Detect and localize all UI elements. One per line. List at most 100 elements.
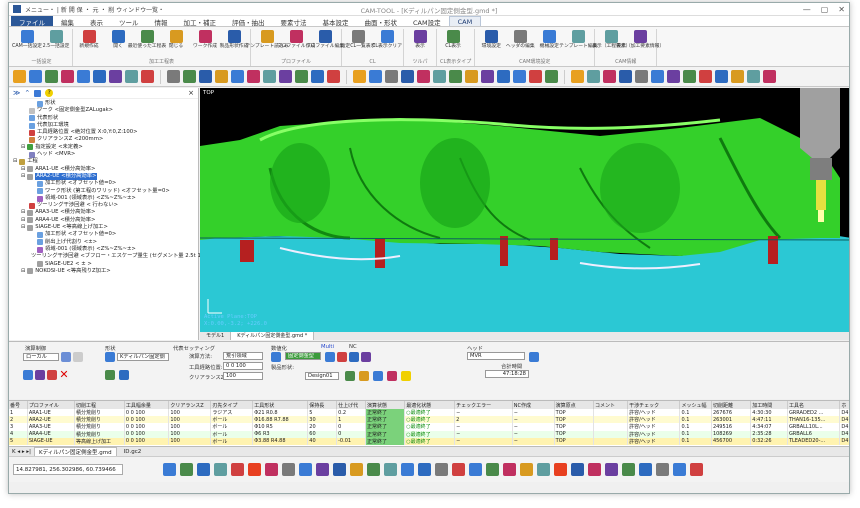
bottom-tool-icon[interactable]	[265, 463, 278, 476]
document-tab[interactable]: Kディルパン固定側金型.gmd *	[231, 332, 315, 340]
help-icon[interactable]: ?	[45, 89, 54, 97]
tree-item[interactable]: 加工形状 <オフセット値=0>	[11, 231, 196, 238]
edit-process-icon[interactable]	[47, 370, 57, 380]
bottom-tool-icon[interactable]	[367, 463, 380, 476]
tree-item[interactable]: ⊟ 工程	[11, 158, 196, 166]
table-header-cell[interactable]: メッシュ幅	[679, 401, 712, 409]
ribbon-button[interactable]: 最近使った工程表	[128, 29, 166, 56]
ribbon-button[interactable]: 新規作成	[76, 29, 102, 56]
tab-4[interactable]: 情報	[147, 16, 176, 27]
bottom-tool-icon[interactable]	[571, 463, 584, 476]
ribbon-button[interactable]: テンプレート編集	[559, 29, 597, 56]
bottom-tool-icon[interactable]	[588, 463, 601, 476]
tab-10[interactable]: CAM設定	[405, 16, 449, 27]
machine-settings-icon[interactable]	[61, 352, 71, 362]
sheet-nav[interactable]: K ◂ ▸ ▸|	[12, 449, 31, 455]
table-header-cell[interactable]: チェックエラー	[454, 401, 513, 409]
table-header-cell[interactable]: 番号	[9, 401, 28, 409]
toolbar-button-icon[interactable]	[619, 70, 632, 83]
toolbar-button-icon[interactable]	[603, 70, 616, 83]
toolbar-button-icon[interactable]	[417, 70, 430, 83]
tool-type-field[interactable]: 荒引領域	[223, 352, 263, 360]
table-header-cell[interactable]: 刃先タイプ	[210, 401, 254, 409]
bottom-tool-icon[interactable]	[180, 463, 193, 476]
bottom-tool-icon[interactable]	[316, 463, 329, 476]
table-header-cell[interactable]: プロファイル	[27, 401, 76, 409]
toolbar-button-icon[interactable]	[77, 70, 90, 83]
tab-9[interactable]: 曲面・形状	[357, 16, 406, 27]
toolbar-button-icon[interactable]	[635, 70, 648, 83]
tab-2[interactable]: 表示	[82, 16, 111, 27]
toolbar-button-icon[interactable]	[61, 70, 74, 83]
calc-icon[interactable]	[345, 371, 355, 381]
toolbar-button-icon[interactable]	[199, 70, 212, 83]
list-icon[interactable]	[73, 352, 83, 362]
toolbar-button-icon[interactable]	[167, 70, 180, 83]
tree-item[interactable]: 代表形状	[11, 115, 196, 122]
toolbar-button-icon[interactable]	[715, 70, 728, 83]
ribbon-button[interactable]: 指定CL一覧表示	[341, 29, 375, 56]
area-name-field[interactable]: 固定側金型	[285, 352, 321, 360]
bottom-tool-icon[interactable]	[418, 463, 431, 476]
toolbar-button-icon[interactable]	[667, 70, 680, 83]
tab-8[interactable]: 基本設定	[315, 16, 357, 27]
tree-item[interactable]: ワーク形状 (第工程のワリッド) <オフセット量=0>	[11, 188, 196, 195]
bottom-tool-icon[interactable]	[197, 463, 210, 476]
table-header-cell[interactable]: 加工時間	[750, 401, 788, 409]
bottom-tool-icon[interactable]	[299, 463, 312, 476]
toolbar-button-icon[interactable]	[125, 70, 138, 83]
ribbon-button[interactable]: テンプレート読込み	[245, 29, 289, 56]
table-row[interactable]: 2 ARA2-UE 積分荒削り 0 0 100 100 ボール Φ16.88 R7.88 30…	[9, 416, 849, 424]
sheet-tab[interactable]: Kディルパン固定側金型.gmd	[34, 446, 117, 457]
bottom-tool-icon[interactable]	[520, 463, 533, 476]
table-header-cell[interactable]: 仕上げ代	[336, 401, 366, 409]
table-header-cell[interactable]: コメント	[593, 401, 629, 409]
toolbar-button-icon[interactable]	[109, 70, 122, 83]
tab-7[interactable]: 要素寸法	[273, 16, 315, 27]
toolbar-button-icon[interactable]	[247, 70, 260, 83]
sheet-tab[interactable]: ID.gc2	[120, 449, 146, 455]
ribbon-button[interactable]: ヘッダの編集	[506, 29, 535, 56]
toolbar-button-icon[interactable]	[449, 70, 462, 83]
shape-icon[interactable]	[34, 89, 42, 97]
ribbon-button[interactable]: 製品形状作成	[220, 29, 248, 56]
toolbar-button-icon[interactable]	[433, 70, 446, 83]
machine-select[interactable]: ローカル	[23, 353, 59, 361]
toolbar-button-icon[interactable]	[215, 70, 228, 83]
document-tab[interactable]: モデル1	[200, 332, 232, 340]
tree-expander-icon[interactable]: ⊟	[21, 166, 25, 173]
bottom-tool-icon[interactable]	[656, 463, 669, 476]
table-header-cell[interactable]: 切削距離	[711, 401, 752, 409]
bottom-tool-icon[interactable]	[452, 463, 465, 476]
ribbon-button[interactable]: 閉じる	[163, 29, 189, 56]
bottom-tool-icon[interactable]	[384, 463, 397, 476]
bottom-tool-icon[interactable]	[486, 463, 499, 476]
bottom-tool-icon[interactable]	[282, 463, 295, 476]
toolbar-button-icon[interactable]	[183, 70, 196, 83]
bottom-tool-icon[interactable]	[554, 463, 567, 476]
bottom-tool-icon[interactable]	[537, 463, 550, 476]
tree-item[interactable]: ⊟ NOKOSI-UE <等高残りZ加工>	[11, 268, 196, 275]
table-header-cell[interactable]: 切削工程	[74, 401, 125, 409]
tree-item[interactable]: 削出上げ代割り <±>	[11, 239, 196, 246]
nc-output-icon[interactable]	[361, 352, 371, 362]
table-row[interactable]: 3 ARA3-UE 積分荒削り 0 0 100 100 ボール Φ10 R5 20 0 正常終了 ○…	[9, 423, 849, 431]
tree-expander-icon[interactable]: ⊟	[21, 224, 25, 231]
table-row[interactable]: 5 SIAGE-UE 等高線上げ加工 0 0 100 100 ボール Φ3.88 R4.88…	[9, 437, 849, 445]
ribbon-button[interactable]: 表示	[407, 29, 433, 56]
shape-field[interactable]: Kディルパン固定側	[117, 353, 169, 361]
table-header-cell[interactable]: 保持長	[307, 401, 338, 409]
tab-3[interactable]: ツール	[111, 16, 147, 27]
table-row[interactable]: 1 ARA1-UE 積分荒削り 0 0 100 100 ラジアス Φ21 R0.8 5 0.2 正…	[9, 409, 849, 417]
bottom-tool-icon[interactable]	[690, 463, 703, 476]
shape-icon[interactable]	[105, 352, 115, 362]
toolbar-button-icon[interactable]	[699, 70, 712, 83]
bottom-tool-icon[interactable]	[401, 463, 414, 476]
ribbon-button[interactable]: CAM一括設定	[12, 29, 42, 56]
bottom-tool-icon[interactable]	[503, 463, 516, 476]
toolbar-button-icon[interactable]	[651, 70, 664, 83]
bottom-tool-icon[interactable]	[214, 463, 227, 476]
tree-expander-icon[interactable]: ⊟	[21, 217, 25, 224]
table-header-cell[interactable]: 最適化状態	[404, 401, 456, 409]
area-icon[interactable]	[271, 352, 281, 362]
